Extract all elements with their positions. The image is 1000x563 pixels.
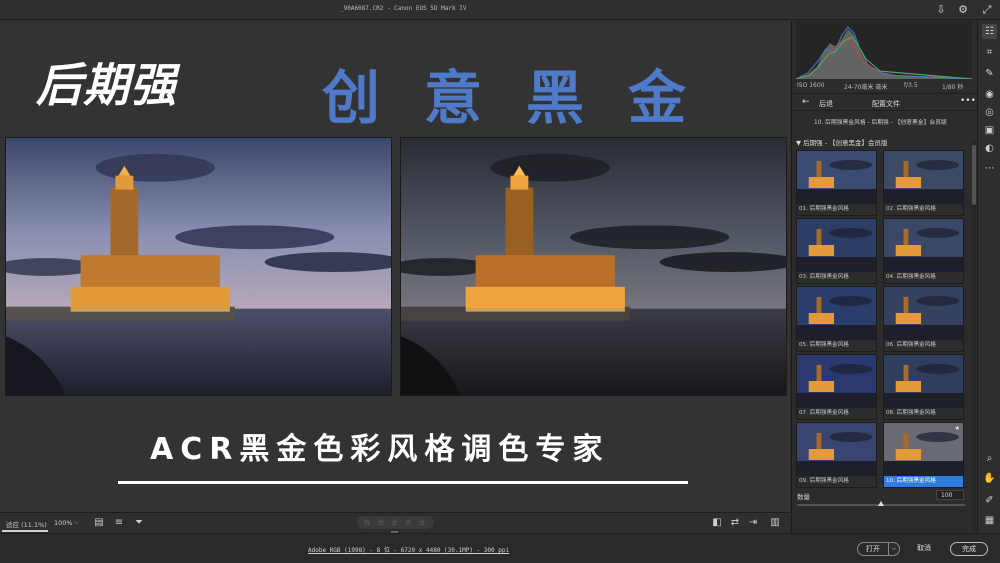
headline-underline — [118, 481, 688, 484]
brush-icon[interactable]: ✎ — [982, 66, 997, 81]
open-options-button[interactable]: ⌵ — [888, 542, 900, 556]
amount-slider-thumb[interactable] — [878, 501, 884, 506]
preset-preview — [797, 287, 876, 342]
zoom-icon[interactable]: ⌕ — [982, 451, 997, 466]
focal-length: 24-70毫米 毫米 — [844, 84, 888, 91]
chevron-down-icon[interactable]: ⌵ — [74, 518, 79, 527]
preset-thumbnail[interactable]: 07. 后期强黑金风格 — [796, 354, 877, 420]
filmstrip-icon[interactable]: ▤ — [92, 516, 106, 530]
preset-thumbnail[interactable]: 09. 后期强黑金风格 — [796, 422, 877, 488]
eye-icon[interactable]: ◎ — [982, 105, 997, 120]
preset-label: 02. 后期强黑金风格 — [884, 204, 963, 215]
preset-label: 05. 后期强黑金风格 — [797, 340, 876, 351]
snapshot-icon[interactable]: ▣ — [982, 123, 997, 138]
profile-group-toggle[interactable]: ▼ 后期强 - 【创意黑金】会员版 — [796, 137, 888, 147]
fit-zoom-indicator — [2, 530, 48, 532]
tool-rail: ☷ ⌗ ✎ ◉ ◎ ▣ ◐ ⋯ ⌕ ✋ ✐ ▦ — [977, 21, 1000, 533]
after-photo — [400, 137, 787, 396]
preset-label: 08. 后期强黑金风格 — [884, 408, 963, 419]
preset-preview — [884, 287, 963, 342]
preset-thumbnail[interactable]: 04. 后期强黑金风格 — [883, 218, 964, 284]
edit-icon[interactable]: ☷ — [982, 24, 997, 39]
panel-title: 配置文件 — [872, 100, 900, 108]
eyedropper-icon[interactable]: ✐ — [982, 493, 997, 508]
preset-preview — [884, 219, 963, 274]
preset-label: 10. 后期强黑金风格 — [884, 476, 963, 487]
filter-icon[interactable]: ⏷ — [132, 516, 146, 530]
back-button[interactable]: 后退 — [819, 99, 833, 109]
workflow-options-link[interactable]: Adobe RGB (1998) - 8 位 - 6720 x 4480 (30… — [308, 545, 509, 554]
crop-icon[interactable]: ⌗ — [982, 45, 997, 60]
preset-label: 07. 后期强黑金风格 — [797, 408, 876, 419]
preset-thumbnail[interactable]: 06. 后期强黑金风格 — [883, 286, 964, 352]
preset-label: 03. 后期强黑金风格 — [797, 272, 876, 283]
sort-icon[interactable]: ≡ — [112, 516, 126, 530]
before-photo — [5, 137, 392, 396]
preset-thumbnail[interactable]: 05. 后期强黑金风格 — [796, 286, 877, 352]
expand-icon[interactable]: ⤢ — [980, 3, 994, 17]
preset-thumbnail[interactable]: 08. 后期强黑金风格 — [883, 354, 964, 420]
preset-preview — [797, 423, 876, 478]
preset-preview — [797, 219, 876, 274]
title-bar: _90A6087.CR2 - Canon EOS 5D Mark IV ⇩ ⚙ … — [0, 0, 1000, 20]
profile-breadcrumb: 10. 后期强黑金风格 - 后期强 - 【创意黑金】会员版 — [814, 120, 947, 126]
preset-preview — [884, 151, 963, 206]
preset-thumbnail[interactable]: 10. 后期强黑金风格 ★ — [883, 422, 964, 488]
preset-thumbnail[interactable]: 03. 后期强黑金风格 — [796, 218, 877, 284]
histogram — [796, 21, 972, 79]
hand-icon[interactable]: ✋ — [982, 471, 997, 486]
compare-view-icon[interactable]: ▥ — [768, 516, 782, 530]
grid-icon[interactable]: ▦ — [982, 513, 997, 528]
tagline: 创意黑金 — [322, 64, 731, 132]
gear-icon[interactable]: ⚙ — [956, 3, 970, 17]
more-icon[interactable]: ⋯ — [982, 161, 997, 176]
preset-preview — [884, 423, 963, 478]
preset-thumbnail[interactable]: 01. 后期强黑金风格 — [796, 150, 877, 216]
profile-browser-header: ← 后退 配置文件 ••• — [792, 93, 977, 111]
preset-label: 06. 后期强黑金风格 — [884, 340, 963, 351]
preset-label: 04. 后期强黑金风格 — [884, 272, 963, 283]
preset-preview — [797, 151, 876, 206]
fit-zoom-button[interactable]: 适应 (11.1%) — [6, 519, 47, 529]
headline: ACR黑金色彩风格调色专家 — [150, 432, 610, 467]
brand-logo: 后期强 — [36, 58, 177, 112]
app-window: _90A6087.CR2 - Canon EOS 5D Mark IV ⇩ ⚙ … — [0, 0, 1000, 563]
favorite-star-icon[interactable]: ★ — [955, 425, 960, 432]
canvas-toolbar: 适应 (11.1%) 100% ⌵ ▤ ≡ ⏷ ☆ ☆ ☆ ☆ ☆ 🗑 ◧ ⇄ … — [0, 512, 790, 540]
preset-label: 09. 后期强黑金风格 — [797, 476, 876, 487]
done-button[interactable]: 完成 — [950, 542, 988, 556]
swap-icon[interactable]: ⇄ — [728, 516, 742, 530]
copy-settings-icon[interactable]: ⇥ — [746, 516, 760, 530]
rating-stars[interactable]: ☆ ☆ ☆ ☆ ☆ 🗑 — [357, 516, 434, 540]
redeye-icon[interactable]: ◉ — [982, 87, 997, 102]
preset-thumbnail[interactable]: 02. 后期强黑金风格 — [883, 150, 964, 216]
image-canvas: 后期强 创意黑金 ACR黑金色彩风格调色专家 — [0, 21, 790, 512]
aperture-value: f/3.5 — [904, 82, 918, 89]
preset-label: 01. 后期强黑金风格 — [797, 204, 876, 215]
zoom-level-button[interactable]: 100% — [54, 519, 73, 527]
right-panel: ISO 1600 24-70毫米 毫米 f/3.5 1/80 秒 ← 后退 配置… — [791, 21, 977, 533]
panel-scrollbar-thumb[interactable] — [972, 145, 976, 205]
more-options-icon[interactable]: ••• — [960, 96, 976, 106]
presets-icon[interactable]: ◐ — [982, 141, 997, 156]
amount-input[interactable]: 100 — [936, 490, 964, 500]
export-icon[interactable]: ⇩ — [934, 3, 948, 17]
status-bar: Adobe RGB (1998) - 8 位 - 6720 x 4480 (30… — [0, 533, 1000, 563]
before-after-icon[interactable]: ◧ — [710, 516, 724, 530]
file-title: _90A6087.CR2 - Canon EOS 5D Mark IV — [340, 5, 467, 12]
back-arrow-icon[interactable]: ← — [802, 97, 810, 107]
preset-preview — [797, 355, 876, 410]
preset-preview — [884, 355, 963, 410]
shutter-speed: 1/80 秒 — [942, 84, 964, 91]
iso-value: ISO 1600 — [797, 82, 825, 89]
cancel-button[interactable]: 取消 — [906, 542, 942, 556]
amount-label: 数量 — [797, 493, 810, 501]
open-button[interactable]: 打开 — [857, 542, 889, 556]
